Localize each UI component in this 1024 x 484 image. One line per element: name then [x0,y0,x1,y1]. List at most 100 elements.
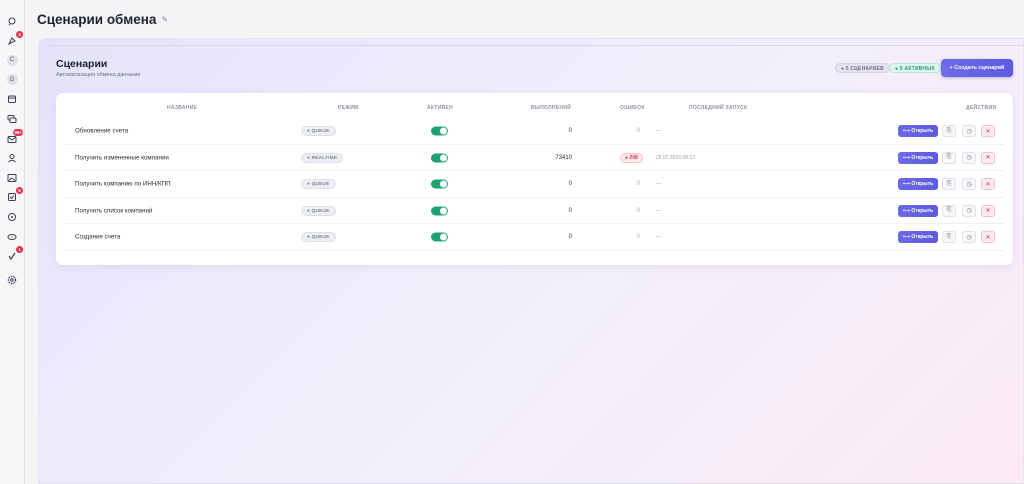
sidebar-item-mail[interactable]: 99+ [5,128,23,146]
column-header-errors: ОШИБОК [620,105,645,111]
copy-icon: ⎘ [946,127,952,134]
open-button[interactable]: ⟷ Открыть [898,178,938,191]
executed-count: 73410 [555,154,572,161]
scenarios-panel: Сценарии Автоматизация обмена данными ● … [38,38,1024,484]
help-icon [8,212,16,221]
sidebar-item-ai[interactable]: G [5,73,19,87]
sidebar-badge: 99+ [13,128,23,136]
sidebar-badge: 5 [16,187,23,195]
sidebar-item-users[interactable] [5,151,19,165]
last-run: — [656,128,661,135]
history-button[interactable]: ◷ [962,204,976,217]
executed-count: 0 [568,207,572,214]
column-header-executed: ВЫПОЛНЕНИЙ [531,105,572,111]
last-run: — [656,207,661,214]
close-icon: ✕ [985,208,991,215]
error-count: 0 [636,128,640,135]
open-button[interactable]: ⟷ Открыть [898,151,938,164]
sidebar-badge: 1 [16,246,23,254]
active-toggle[interactable] [431,153,448,163]
rocket-icon [7,36,16,45]
open-button[interactable]: ⟷ Открыть [898,231,938,244]
table-row: Получить список компаний ● QUEUE 0 0 — ⟷… [56,198,1013,224]
scenario-name: Получить компанию по ИНН/КПП [75,180,171,188]
active-toggle[interactable] [431,126,448,136]
clock-icon: ◷ [966,208,972,215]
mode-badge: ● REALTIME [301,152,344,163]
sidebar-item-help[interactable] [5,210,19,224]
history-button[interactable]: ◷ [962,125,976,138]
page-title: Сценарии обмена [37,12,157,27]
close-icon: ✕ [985,234,991,241]
open-button[interactable]: ⟷ Открыть [898,204,938,217]
copy-button[interactable]: ⎘ [942,125,956,138]
section-title: Сценарии [56,58,108,70]
error-count-badge: ● 208 [620,152,643,163]
mode-badge: ● QUEUE [301,232,336,243]
delete-button[interactable]: ✕ [981,151,995,164]
history-button[interactable]: ◷ [962,151,976,164]
history-button[interactable]: ◷ [962,231,976,244]
infinity-icon: ∞ [7,233,17,240]
close-icon: ✕ [985,155,991,162]
clock-icon: ◷ [966,128,972,135]
sidebar-item-rocket[interactable]: 4 [5,30,23,48]
executed-count: 0 [568,181,572,188]
copy-icon: ⎘ [946,154,952,161]
delete-button[interactable]: ✕ [981,204,995,217]
image-icon [7,173,17,182]
svg-text:∞: ∞ [11,235,14,239]
copy-button[interactable]: ⎘ [942,178,956,191]
scenario-name: Получить измененные компании [75,154,169,162]
column-header-actions: ДЕЙСТВИЯ [966,105,997,111]
close-icon: ✕ [985,181,991,188]
table-row: Получить измененные компании ● REALTIME … [56,145,1013,171]
ai-icon: G [6,74,18,86]
copy-button[interactable]: ⎘ [942,204,956,217]
avatar: C [6,54,18,66]
section-subtitle: Автоматизация обмена данными [56,72,141,78]
chat-icon [7,114,17,123]
sidebar-item-infinity[interactable]: ∞ [5,230,19,244]
error-count: 0 [636,181,640,188]
history-button[interactable]: ◷ [962,178,976,191]
create-scenario-button[interactable]: + Создать сценарий [941,59,1013,77]
active-scenarios-badge: ● 5 АКТИВНЫХ [889,63,941,73]
sidebar-item-home[interactable] [5,14,19,28]
delete-button[interactable]: ✕ [981,231,995,244]
pencil-icon[interactable]: ✎ [161,15,168,24]
sidebar-item-calendar[interactable] [5,92,19,106]
mode-badge: ● QUEUE [301,179,336,190]
copy-button[interactable]: ⎘ [942,231,956,244]
active-toggle[interactable] [431,206,448,216]
active-toggle[interactable] [431,232,448,242]
page-header: Сценарии обмена ✎ [37,12,168,27]
scenario-name: Создание счета [75,233,121,241]
delete-button[interactable]: ✕ [981,178,995,191]
open-button[interactable]: ⟷ Открыть [898,125,938,138]
clock-icon: ◷ [966,234,972,241]
sidebar-item-image[interactable] [5,171,19,185]
copy-button[interactable]: ⎘ [942,151,956,164]
delete-button[interactable]: ✕ [981,125,995,138]
sidebar-item-check[interactable]: 1 [5,246,23,263]
sidebar-item-profile[interactable]: C [5,53,19,67]
scenario-name: Обновление счета [75,127,129,135]
active-toggle[interactable] [431,179,448,189]
sidebar-item-settings[interactable] [5,273,19,287]
mode-badge: ● QUEUE [301,126,336,137]
last-run: — [656,181,661,188]
check-icon [8,252,16,261]
row-divider [65,249,1004,251]
tasks-icon [8,193,16,202]
column-header-last-run: ПОСЛЕДНИЙ ЗАПУСК [689,105,748,111]
total-scenarios-badge: ● 5 СЦЕНАРИЕВ [835,63,890,73]
sidebar-badge: 4 [16,30,23,38]
calendar-icon [8,95,16,104]
users-icon [8,154,16,163]
column-header-active: АКТИВЕН [427,105,454,111]
clock-icon: ◷ [966,155,972,162]
sidebar-item-chat[interactable] [5,112,19,126]
sidebar: 4 C G 99+ 5 ∞ 1 [0,0,25,484]
sidebar-item-tasks[interactable]: 5 [5,187,23,204]
